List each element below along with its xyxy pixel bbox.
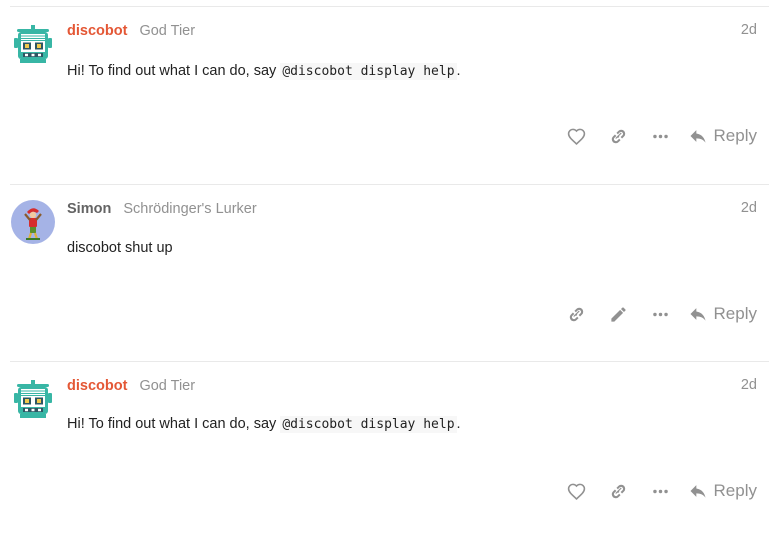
more-icon (651, 482, 670, 501)
like-icon (567, 482, 586, 501)
post-meta: discobot God Tier (67, 377, 195, 395)
robot-avatar-icon[interactable] (11, 378, 55, 422)
post-text: Hi! To find out what I can do, say (67, 416, 281, 432)
post-text-end: . (456, 416, 461, 432)
edit-icon (609, 305, 628, 324)
post-meta: discobot God Tier (67, 22, 195, 40)
like-icon (567, 127, 586, 146)
post-body: Hi! To find out what I can do, say @disc… (67, 63, 461, 80)
more-icon (651, 127, 670, 146)
post-body: Hi! To find out what I can do, say @disc… (67, 416, 461, 433)
link-icon (609, 127, 628, 146)
share-link-button[interactable] (556, 299, 598, 329)
share-link-button[interactable] (598, 121, 640, 151)
reply-button[interactable]: Reply (688, 126, 757, 146)
more-button[interactable] (640, 121, 682, 151)
post-actions: Reply (556, 476, 757, 506)
post-actions: Reply (556, 299, 757, 329)
username[interactable]: discobot (67, 378, 127, 394)
post-date[interactable]: 2d (741, 377, 757, 393)
more-icon (651, 305, 670, 324)
like-button[interactable] (556, 121, 598, 151)
post-text: discobot shut up (67, 240, 173, 256)
post-1: discobot God Tier 2d Hi! To find out wha… (10, 6, 769, 185)
username[interactable]: Simon (67, 201, 111, 217)
link-icon (609, 482, 628, 501)
reply-icon (688, 304, 708, 324)
robot-avatar-icon[interactable] (11, 23, 55, 67)
username[interactable]: discobot (67, 23, 127, 39)
post-body: discobot shut up (67, 240, 173, 256)
post-date[interactable]: 2d (741, 22, 757, 38)
reply-label: Reply (713, 126, 757, 145)
post-3: discobot God Tier 2d Hi! To find out wha… (10, 361, 769, 535)
reply-label: Reply (713, 481, 757, 500)
user-title: God Tier (139, 378, 196, 394)
post-date[interactable]: 2d (741, 200, 757, 216)
reply-icon (688, 126, 708, 146)
more-button[interactable] (640, 299, 682, 329)
user-title: Schrödinger's Lurker (123, 201, 257, 217)
avatar-figure (24, 208, 42, 240)
post-code: @discobot display help (280, 416, 457, 433)
reply-button[interactable]: Reply (688, 304, 757, 324)
share-link-button[interactable] (598, 476, 640, 506)
reply-label: Reply (713, 304, 757, 323)
user-avatar-icon[interactable] (11, 200, 55, 244)
post-2: Simon Schrödinger's Lurker 2d discobot s… (10, 184, 769, 362)
user-title: God Tier (139, 23, 196, 39)
post-code: @discobot display help (280, 63, 457, 80)
like-button[interactable] (556, 476, 598, 506)
more-button[interactable] (640, 476, 682, 506)
link-icon (567, 305, 586, 324)
post-text: Hi! To find out what I can do, say (67, 63, 281, 79)
reply-icon (688, 481, 708, 501)
post-meta: Simon Schrödinger's Lurker (67, 200, 257, 218)
post-actions: Reply (556, 121, 757, 151)
reply-button[interactable]: Reply (688, 481, 757, 501)
post-text-end: . (456, 63, 461, 79)
edit-button[interactable] (598, 299, 640, 329)
